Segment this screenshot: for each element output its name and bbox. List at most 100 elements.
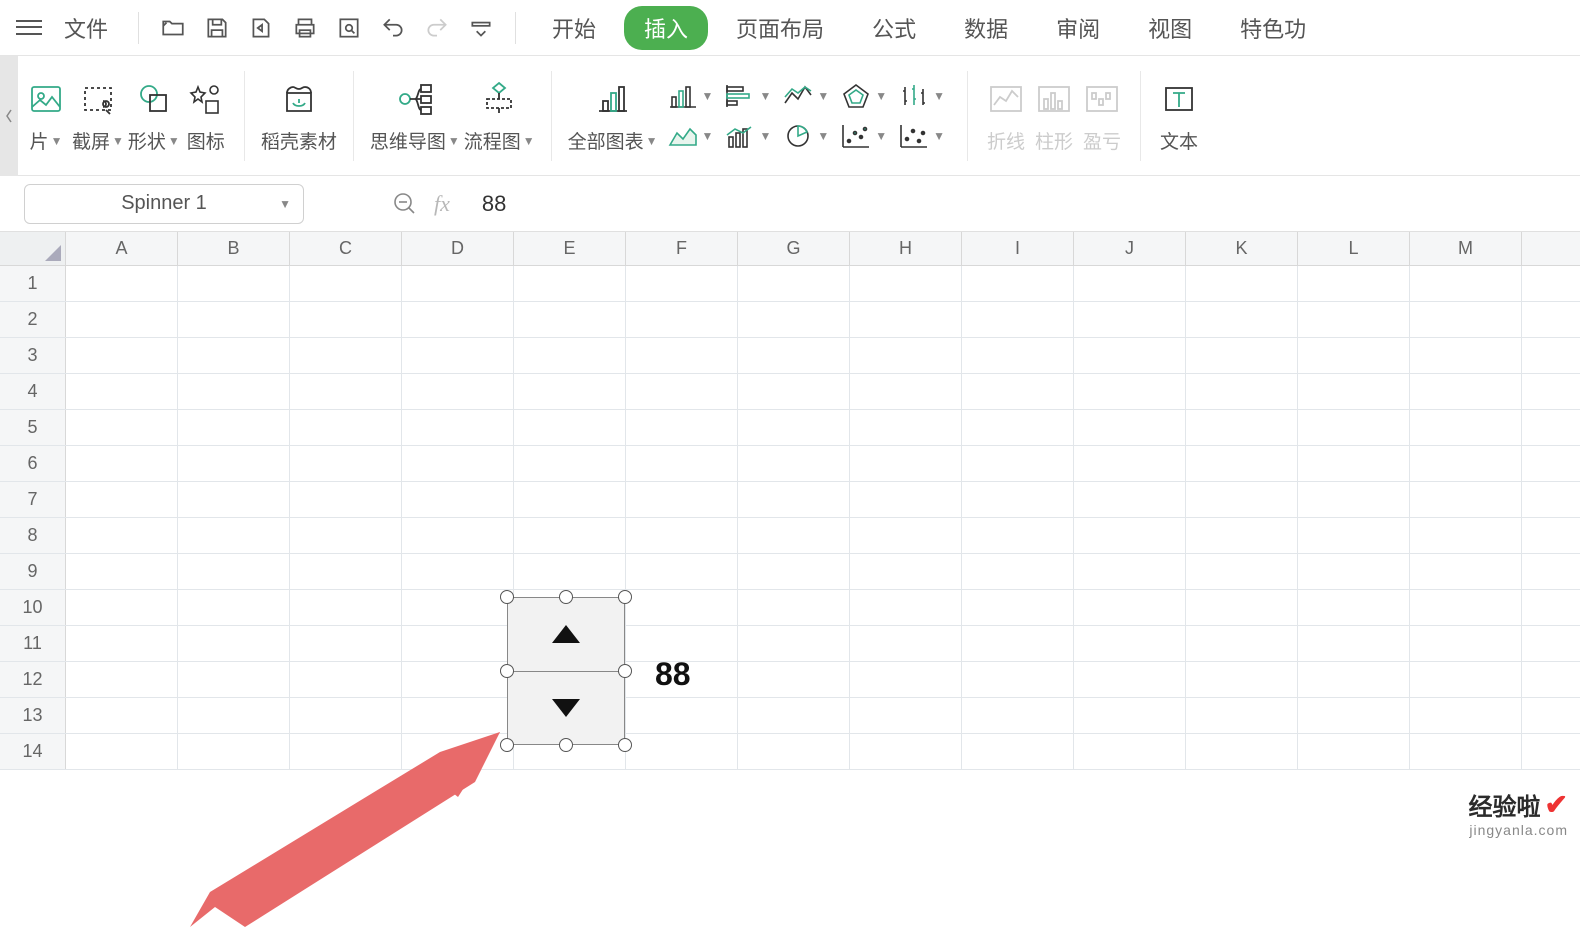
cell[interactable] bbox=[962, 698, 1074, 733]
cell[interactable] bbox=[1410, 590, 1522, 625]
cell[interactable] bbox=[66, 482, 178, 517]
more-quickaccess-icon[interactable] bbox=[463, 10, 499, 46]
col-header[interactable]: J bbox=[1074, 232, 1186, 265]
tab-formula[interactable]: 公式 bbox=[852, 0, 936, 56]
cell[interactable] bbox=[1298, 662, 1410, 697]
cell[interactable] bbox=[1074, 662, 1186, 697]
cell[interactable] bbox=[66, 518, 178, 553]
chart-scatter-button[interactable]: ▼ bbox=[837, 121, 891, 151]
resize-handle[interactable] bbox=[618, 664, 632, 678]
cell[interactable] bbox=[1410, 338, 1522, 373]
save-icon[interactable] bbox=[199, 10, 235, 46]
cell[interactable] bbox=[66, 590, 178, 625]
cell[interactable] bbox=[290, 374, 402, 409]
cell[interactable] bbox=[66, 410, 178, 445]
cell[interactable] bbox=[850, 338, 962, 373]
cell[interactable] bbox=[1410, 698, 1522, 733]
ribbon-shapes[interactable]: 形状▼ bbox=[126, 77, 182, 154]
print-icon[interactable] bbox=[287, 10, 323, 46]
cell[interactable] bbox=[626, 554, 738, 589]
cell[interactable] bbox=[1186, 518, 1298, 553]
ribbon-pictures[interactable]: 片▼ bbox=[22, 77, 70, 154]
cell[interactable] bbox=[1074, 698, 1186, 733]
cell[interactable] bbox=[1410, 446, 1522, 481]
cell[interactable] bbox=[1410, 662, 1522, 697]
cell[interactable] bbox=[1410, 554, 1522, 589]
cell[interactable] bbox=[66, 302, 178, 337]
row-header[interactable]: 2 bbox=[0, 302, 66, 337]
cell[interactable] bbox=[1074, 446, 1186, 481]
cell[interactable] bbox=[1186, 734, 1298, 769]
cell[interactable] bbox=[1186, 302, 1298, 337]
cell[interactable] bbox=[514, 374, 626, 409]
cell[interactable] bbox=[1298, 410, 1410, 445]
cell[interactable] bbox=[514, 518, 626, 553]
cell[interactable] bbox=[402, 734, 514, 769]
cell[interactable] bbox=[738, 446, 850, 481]
cell[interactable] bbox=[178, 554, 290, 589]
cell[interactable] bbox=[850, 374, 962, 409]
cell[interactable] bbox=[66, 662, 178, 697]
cell[interactable] bbox=[1298, 554, 1410, 589]
cell[interactable] bbox=[290, 698, 402, 733]
cell[interactable] bbox=[738, 734, 850, 769]
cell[interactable] bbox=[290, 662, 402, 697]
cell[interactable] bbox=[1298, 626, 1410, 661]
cell[interactable] bbox=[178, 626, 290, 661]
row-header[interactable]: 8 bbox=[0, 518, 66, 553]
chart-bar-button[interactable]: ▼ bbox=[721, 81, 775, 111]
cell[interactable] bbox=[626, 482, 738, 517]
cell[interactable] bbox=[402, 518, 514, 553]
col-header[interactable]: E bbox=[514, 232, 626, 265]
cell[interactable] bbox=[178, 374, 290, 409]
cell[interactable] bbox=[66, 446, 178, 481]
open-icon[interactable] bbox=[155, 10, 191, 46]
col-header[interactable]: K bbox=[1186, 232, 1298, 265]
cell[interactable] bbox=[66, 374, 178, 409]
cell[interactable] bbox=[1074, 554, 1186, 589]
cell[interactable] bbox=[962, 626, 1074, 661]
cell[interactable] bbox=[1186, 266, 1298, 301]
cell[interactable] bbox=[626, 734, 738, 769]
cell[interactable] bbox=[290, 410, 402, 445]
cell[interactable] bbox=[290, 266, 402, 301]
chart-area-button[interactable]: ▼ bbox=[664, 121, 718, 151]
cell[interactable] bbox=[290, 626, 402, 661]
cell[interactable] bbox=[626, 338, 738, 373]
cell[interactable] bbox=[1298, 482, 1410, 517]
cell[interactable] bbox=[626, 266, 738, 301]
cell[interactable] bbox=[962, 338, 1074, 373]
cell[interactable] bbox=[962, 374, 1074, 409]
cell[interactable] bbox=[738, 482, 850, 517]
cell[interactable] bbox=[1410, 266, 1522, 301]
cell[interactable] bbox=[402, 338, 514, 373]
col-header[interactable]: L bbox=[1298, 232, 1410, 265]
cell[interactable] bbox=[850, 302, 962, 337]
name-box[interactable]: Spinner 1 ▼ bbox=[24, 184, 304, 224]
cell[interactable] bbox=[178, 734, 290, 769]
row-header[interactable]: 5 bbox=[0, 410, 66, 445]
row-header[interactable]: 3 bbox=[0, 338, 66, 373]
cell[interactable] bbox=[178, 302, 290, 337]
resize-handle[interactable] bbox=[500, 590, 514, 604]
cell[interactable] bbox=[738, 626, 850, 661]
cell[interactable] bbox=[1298, 446, 1410, 481]
cell[interactable] bbox=[850, 482, 962, 517]
cell[interactable] bbox=[1074, 338, 1186, 373]
cell[interactable] bbox=[850, 662, 962, 697]
cell[interactable] bbox=[66, 338, 178, 373]
cell[interactable] bbox=[1074, 410, 1186, 445]
cell[interactable] bbox=[1074, 590, 1186, 625]
cell[interactable] bbox=[962, 518, 1074, 553]
cell[interactable] bbox=[850, 590, 962, 625]
ribbon-mindmap[interactable]: 思维导图▼ bbox=[368, 77, 462, 154]
cell[interactable] bbox=[514, 446, 626, 481]
cell[interactable] bbox=[1298, 302, 1410, 337]
cell[interactable] bbox=[738, 554, 850, 589]
undo-icon[interactable] bbox=[375, 10, 411, 46]
cell[interactable] bbox=[178, 590, 290, 625]
cell[interactable] bbox=[1410, 410, 1522, 445]
cell[interactable] bbox=[1186, 662, 1298, 697]
col-header[interactable]: H bbox=[850, 232, 962, 265]
row-header[interactable]: 9 bbox=[0, 554, 66, 589]
